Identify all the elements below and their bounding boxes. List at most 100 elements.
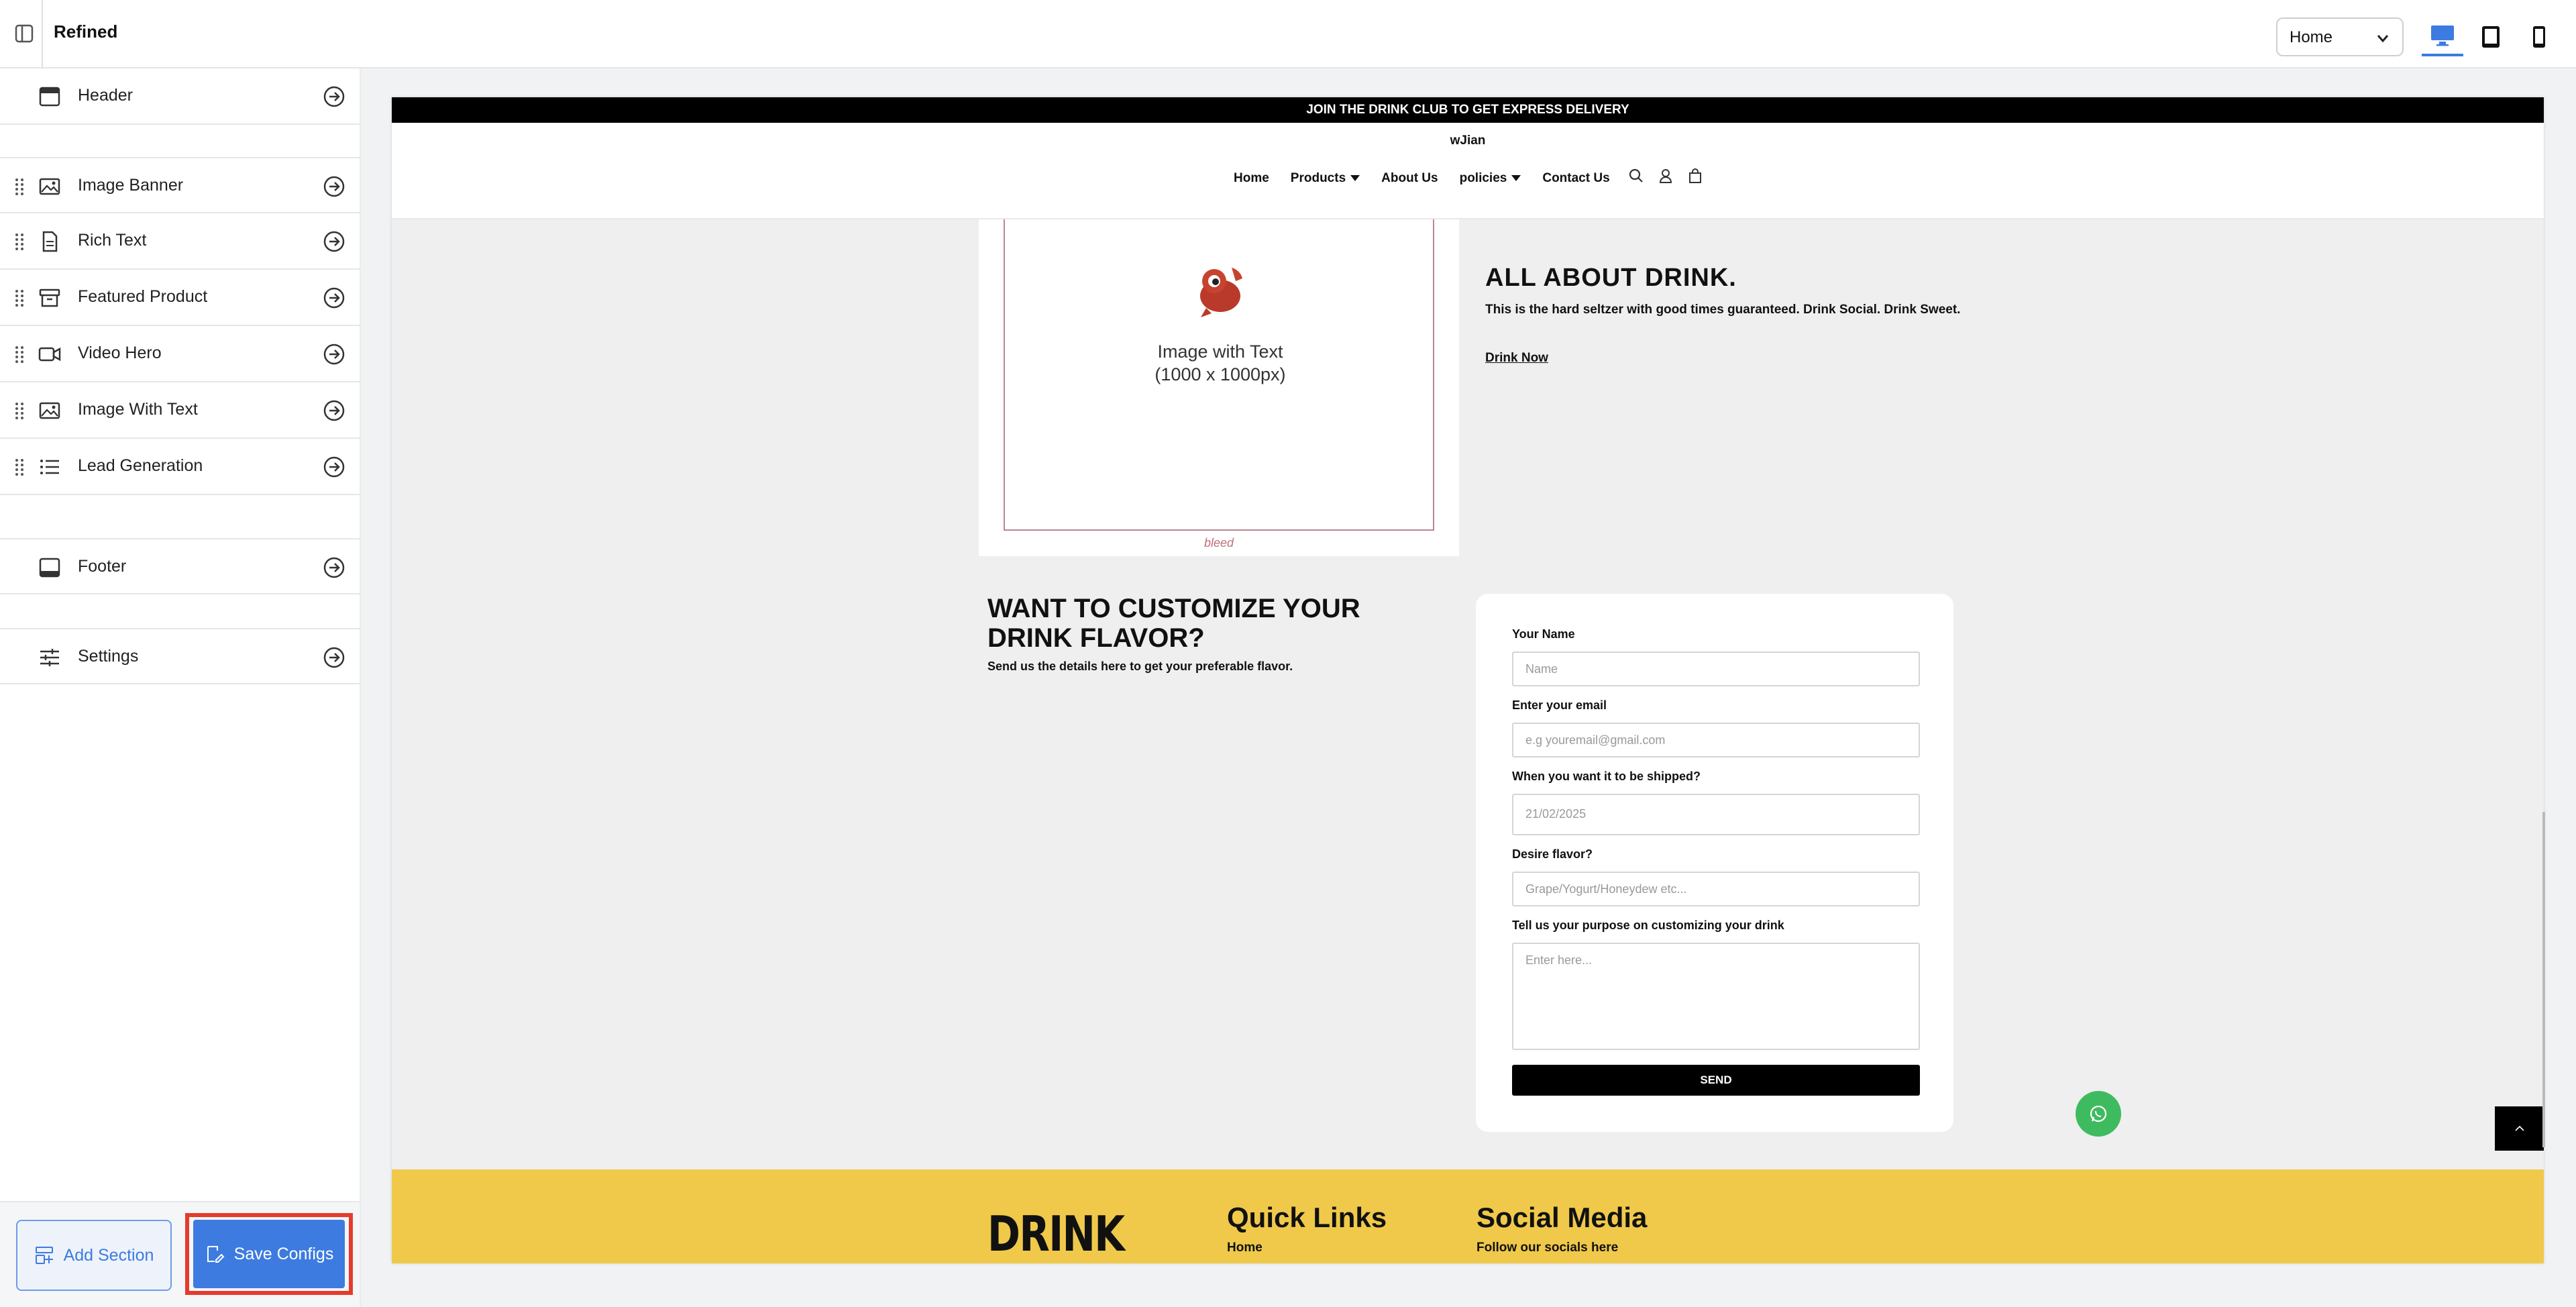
header-layout-icon: [39, 87, 60, 107]
drink-now-link[interactable]: Drink Now: [1485, 351, 1548, 366]
desktop-view-button[interactable]: [2422, 17, 2463, 56]
drag-handle-icon[interactable]: [15, 289, 24, 309]
nav-about[interactable]: About Us: [1381, 171, 1438, 186]
arrow-right-circle-icon[interactable]: [322, 342, 346, 366]
purpose-label: Tell us your purpose on customizing your…: [1512, 919, 1784, 932]
lead-form: Your Name Name Enter your email e.g your…: [1476, 594, 1953, 1132]
sidebar-item-image-banner[interactable]: Image Banner: [0, 157, 360, 213]
announcement-bar: JOIN THE DRINK CLUB TO GET EXPRESS DELIV…: [392, 97, 2544, 123]
footer-home-link[interactable]: Home: [1227, 1241, 1263, 1255]
sidebar-item-label: Video Hero: [78, 344, 162, 362]
sidebar-item-label: Rich Text: [78, 231, 147, 250]
arrow-right-circle-icon[interactable]: [322, 174, 346, 199]
header-icons: [1627, 167, 1704, 185]
arrow-right-circle-icon[interactable]: [322, 286, 346, 310]
mobile-icon: [2533, 26, 2545, 48]
follow-text: Follow our socials here: [1477, 1241, 1619, 1255]
page-select[interactable]: Home: [2276, 17, 2404, 56]
sidebar-item-label: Header: [78, 86, 133, 105]
nav-products[interactable]: Products: [1291, 171, 1360, 186]
arrow-right-circle-icon[interactable]: [322, 399, 346, 423]
name-input[interactable]: Name: [1512, 651, 1920, 686]
nav-policies-label: policies: [1459, 171, 1507, 185]
image-placeholder-line1: Image with Text: [1157, 342, 1283, 362]
sidebar-item-settings[interactable]: Settings: [0, 628, 360, 684]
send-button[interactable]: SEND: [1512, 1065, 1920, 1096]
store-footer: DRINK Quick Links Home Social Media Foll…: [392, 1169, 2544, 1263]
date-input[interactable]: 21/02/2025: [1512, 794, 1920, 835]
caret-down-icon: [1511, 175, 1521, 182]
scroll-to-top-button[interactable]: [2495, 1106, 2544, 1151]
top-bar: Refined Home: [0, 0, 2576, 68]
desktop-icon: [2431, 25, 2454, 46]
search-icon[interactable]: [1627, 167, 1645, 185]
app-title: Refined: [54, 21, 118, 42]
whatsapp-icon: [2090, 1105, 2107, 1122]
rocket-icon: [1200, 268, 1242, 317]
arrow-right-circle-icon[interactable]: [322, 645, 346, 670]
footer-layout-icon: [39, 558, 60, 578]
sidebar-item-featured-product[interactable]: Featured Product: [0, 270, 360, 326]
add-section-icon: [35, 1247, 53, 1264]
date-label: When you want it to be shipped?: [1512, 770, 1701, 783]
chevron-up-icon: [2514, 1125, 2524, 1131]
drag-handle-icon[interactable]: [15, 177, 24, 197]
drag-handle-icon[interactable]: [15, 401, 24, 421]
add-section-button[interactable]: Add Section: [16, 1220, 172, 1291]
store-preview: JOIN THE DRINK CLUB TO GET EXPRESS DELIV…: [392, 97, 2544, 1263]
bleed-label: bleed: [1203, 536, 1234, 550]
flavor-label: Desire flavor?: [1512, 847, 1593, 861]
store-header: wJian Home Products About Us policies Co…: [392, 123, 2544, 219]
footer-logo: DRINK: [987, 1206, 1125, 1262]
image-placeholder-line2: (1000 x 1000px): [1155, 364, 1286, 384]
drag-handle-icon[interactable]: [15, 232, 24, 252]
shopping-bag-icon[interactable]: [1686, 167, 1704, 185]
save-configs-label: Save Configs: [233, 1244, 334, 1263]
image-placeholder[interactable]: Image with Text (1000 x 1000px): [1004, 219, 1434, 531]
sidebar-item-label: Image With Text: [78, 400, 198, 419]
drag-handle-icon[interactable]: [15, 345, 24, 365]
preview-scrollbar[interactable]: [2542, 812, 2545, 1147]
page-select-value: Home: [2290, 28, 2333, 46]
sidebar-toggle-icon[interactable]: [11, 20, 38, 47]
video-camera-icon: [38, 347, 61, 362]
sidebar-item-header[interactable]: Header: [0, 68, 360, 125]
chevron-down-icon: [2377, 35, 2389, 43]
caret-down-icon: [1350, 175, 1360, 182]
sidebar-item-video-hero[interactable]: Video Hero: [0, 326, 360, 382]
purpose-textarea[interactable]: Enter here...: [1512, 943, 1920, 1050]
sidebar-item-label: Settings: [78, 647, 139, 666]
whatsapp-button[interactable]: [2076, 1091, 2121, 1137]
user-icon[interactable]: [1657, 167, 1674, 185]
arrow-right-circle-icon[interactable]: [322, 455, 346, 479]
name-label: Your Name: [1512, 627, 1575, 641]
divider: [42, 0, 43, 68]
flavor-input[interactable]: Grape/Yogurt/Honeydew etc...: [1512, 872, 1920, 906]
sidebar-item-rich-text[interactable]: Rich Text: [0, 213, 360, 270]
nav-policies[interactable]: policies: [1460, 171, 1521, 186]
sidebar-item-lead-generation[interactable]: Lead Generation: [0, 439, 360, 495]
save-configs-button[interactable]: Save Configs: [193, 1220, 345, 1288]
quick-links-heading: Quick Links: [1227, 1202, 1387, 1233]
customize-text: Send us the details here to get your pre…: [987, 660, 1293, 673]
nav-contact[interactable]: Contact Us: [1542, 171, 1609, 186]
social-media-heading: Social Media: [1477, 1202, 1648, 1233]
nav-home[interactable]: Home: [1234, 171, 1269, 186]
sidebar-item-footer[interactable]: Footer: [0, 538, 360, 594]
document-icon: [42, 231, 58, 252]
arrow-right-circle-icon[interactable]: [322, 556, 346, 580]
arrow-right-circle-icon[interactable]: [322, 85, 346, 109]
tablet-view-button[interactable]: [2470, 17, 2512, 56]
drag-handle-icon[interactable]: [15, 458, 24, 478]
arrow-right-circle-icon[interactable]: [322, 229, 346, 254]
edit-document-icon: [207, 1246, 225, 1263]
email-input[interactable]: e.g youremail@gmail.com: [1512, 723, 1920, 757]
sections-sidebar: Header Image Banner Rich Text Featured P…: [0, 68, 361, 1307]
sidebar-item-label: Lead Generation: [78, 456, 203, 475]
tablet-icon: [2482, 26, 2500, 48]
sidebar-item-image-with-text[interactable]: Image With Text: [0, 382, 360, 439]
nav-products-label: Products: [1290, 171, 1346, 185]
sidebar-item-label: Footer: [78, 557, 127, 576]
store-logo[interactable]: wJian: [392, 134, 2544, 148]
mobile-view-button[interactable]: [2518, 17, 2560, 56]
